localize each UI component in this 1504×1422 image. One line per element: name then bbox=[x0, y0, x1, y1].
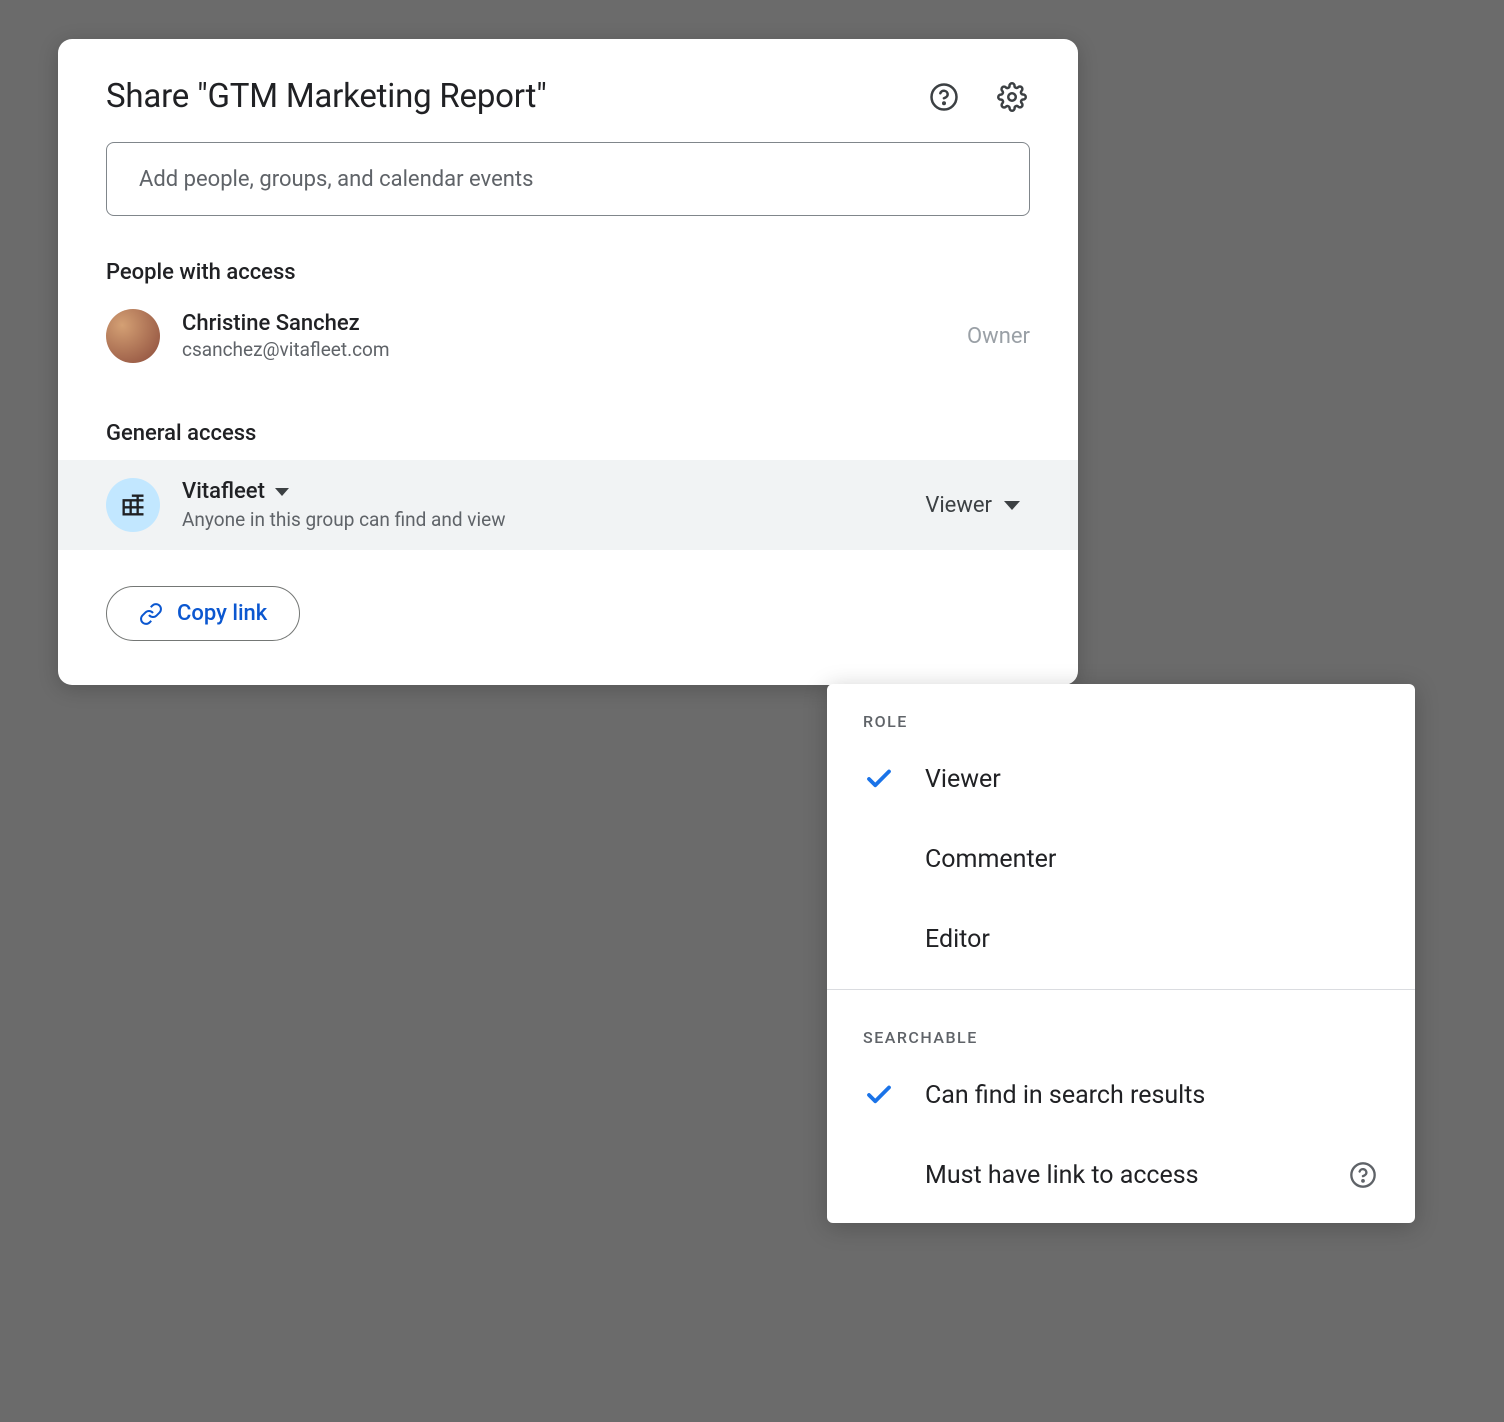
check-icon-empty bbox=[863, 923, 895, 955]
role-dropdown-label: Viewer bbox=[925, 493, 992, 518]
check-icon-empty bbox=[863, 1159, 895, 1191]
help-icon[interactable] bbox=[1347, 1159, 1379, 1191]
menu-section-searchable-label: SEARCHABLE bbox=[827, 1000, 1415, 1055]
role-option-label: Editor bbox=[925, 925, 1379, 954]
check-icon-empty bbox=[863, 843, 895, 875]
searchable-option-can-find[interactable]: Can find in search results bbox=[827, 1055, 1415, 1135]
share-dialog: Share "GTM Marketing Report" People with… bbox=[58, 39, 1078, 685]
check-icon bbox=[863, 763, 895, 795]
person-email: csanchez@vitafleet.com bbox=[182, 338, 945, 361]
org-selector[interactable]: Vitafleet bbox=[182, 479, 893, 504]
role-option-viewer[interactable]: Viewer bbox=[827, 739, 1415, 819]
add-people-input[interactable] bbox=[106, 142, 1030, 216]
role-option-label: Viewer bbox=[925, 765, 1379, 794]
searchable-option-label: Must have link to access bbox=[925, 1161, 1317, 1190]
general-section-label: General access bbox=[58, 399, 1078, 460]
avatar bbox=[106, 309, 160, 363]
building-icon bbox=[106, 478, 160, 532]
person-role: Owner bbox=[967, 324, 1030, 349]
copy-link-label: Copy link bbox=[177, 601, 267, 626]
role-option-commenter[interactable]: Commenter bbox=[827, 819, 1415, 899]
person-row: Christine Sanchez csanchez@vitafleet.com… bbox=[58, 299, 1078, 399]
add-people-row bbox=[58, 142, 1078, 238]
chevron-down-icon bbox=[275, 488, 289, 496]
person-name: Christine Sanchez bbox=[182, 311, 945, 336]
menu-divider bbox=[827, 989, 1415, 990]
help-icon[interactable] bbox=[926, 79, 962, 115]
dialog-footer: Copy link bbox=[58, 550, 1078, 685]
check-icon bbox=[863, 1079, 895, 1111]
role-dropdown-trigger[interactable]: Viewer bbox=[915, 487, 1030, 524]
person-info: Christine Sanchez csanchez@vitafleet.com bbox=[182, 311, 945, 361]
general-access-row: Vitafleet Anyone in this group can find … bbox=[58, 460, 1078, 550]
menu-section-role-label: ROLE bbox=[827, 684, 1415, 739]
general-access-info: Vitafleet Anyone in this group can find … bbox=[182, 479, 893, 531]
link-icon bbox=[139, 602, 163, 626]
dialog-header: Share "GTM Marketing Report" bbox=[58, 39, 1078, 142]
role-dropdown-menu: ROLE Viewer Commenter Editor SEARCHABLE … bbox=[827, 684, 1415, 1223]
searchable-option-label: Can find in search results bbox=[925, 1081, 1379, 1110]
people-section-label: People with access bbox=[58, 238, 1078, 299]
role-option-editor[interactable]: Editor bbox=[827, 899, 1415, 979]
dialog-title: Share "GTM Marketing Report" bbox=[106, 77, 926, 116]
org-description: Anyone in this group can find and view bbox=[182, 508, 893, 531]
role-option-label: Commenter bbox=[925, 845, 1379, 874]
searchable-option-must-have-link[interactable]: Must have link to access bbox=[827, 1135, 1415, 1223]
settings-icon[interactable] bbox=[994, 79, 1030, 115]
chevron-down-icon bbox=[1004, 501, 1020, 510]
header-icon-group bbox=[926, 79, 1030, 115]
copy-link-button[interactable]: Copy link bbox=[106, 586, 300, 641]
org-name: Vitafleet bbox=[182, 479, 265, 504]
